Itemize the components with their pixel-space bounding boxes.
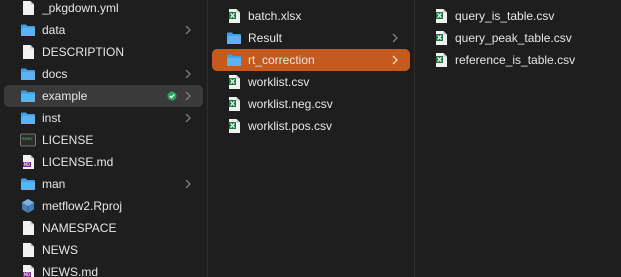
column-browser: _pkgdown.ymldata DESCRIPTION docs example in… (0, 0, 621, 277)
folder-row[interactable]: Result (212, 27, 410, 49)
chevron-right-icon (183, 69, 193, 79)
markdown-icon: MD (20, 264, 36, 277)
item-label: batch.xlsx (248, 9, 302, 23)
document-icon (20, 242, 36, 258)
file-row[interactable]: metflow2.Rproj (4, 195, 203, 217)
excel-icon (226, 118, 242, 134)
item-label: query_peak_table.csv (455, 31, 572, 45)
excel-icon (433, 8, 449, 24)
chevron-right-icon (183, 91, 193, 101)
excel-icon (226, 96, 242, 112)
excel-icon (226, 74, 242, 90)
file-row[interactable]: NAMESPACE (4, 217, 203, 239)
column-1[interactable]: _pkgdown.ymldata DESCRIPTION docs example in… (0, 0, 208, 277)
rproj-icon (20, 198, 36, 214)
folder-icon (20, 88, 36, 104)
item-label: inst (42, 111, 61, 125)
folder-icon (226, 30, 242, 46)
terminal-exec-icon: exec (20, 132, 36, 148)
item-label: Result (248, 31, 283, 45)
file-row[interactable]: MD LICENSE.md (4, 151, 203, 173)
column-2-list: batch.xlsx Result rt_correction worklist.cs… (208, 5, 414, 137)
folder-row[interactable]: example (4, 85, 203, 107)
folder-icon (226, 52, 242, 68)
item-label: example (42, 89, 88, 103)
folder-row[interactable]: docs (4, 63, 203, 85)
column-3-list: query_is_table.csv query_peak_table.csvre… (415, 5, 621, 71)
folder-icon (20, 110, 36, 126)
folder-row[interactable]: data (4, 19, 203, 41)
chevron-right-icon (183, 113, 193, 123)
folder-row[interactable]: inst (4, 107, 203, 129)
item-label: NEWS (42, 243, 78, 257)
file-row[interactable]: worklist.neg.csv (212, 93, 410, 115)
folder-icon (20, 176, 36, 192)
svg-text:MD: MD (23, 162, 30, 167)
excel-icon (433, 52, 449, 68)
file-row[interactable]: query_peak_table.csv (419, 27, 617, 49)
item-label: rt_correction (248, 53, 315, 67)
item-label: man (42, 177, 66, 191)
file-row[interactable]: _pkgdown.yml (4, 0, 203, 19)
markdown-icon: MD (20, 154, 36, 170)
item-label: query_is_table.csv (455, 9, 555, 23)
file-row[interactable]: worklist.pos.csv (212, 115, 410, 137)
column-1-list: _pkgdown.ymldata DESCRIPTION docs example in… (0, 0, 207, 277)
excel-icon (433, 30, 449, 46)
file-row[interactable]: exec LICENSE (4, 129, 203, 151)
chevron-right-icon (183, 25, 193, 35)
item-label: data (42, 23, 66, 37)
item-label: LICENSE (42, 133, 94, 147)
item-label: docs (42, 67, 68, 81)
svg-text:MD: MD (23, 272, 30, 277)
item-label: worklist.pos.csv (248, 119, 333, 133)
item-label: LICENSE.md (42, 155, 114, 169)
svg-text:exec: exec (22, 137, 33, 142)
item-label: _pkgdown.yml (42, 1, 119, 15)
item-label: worklist.csv (248, 75, 310, 89)
file-row[interactable]: MD NEWS.md (4, 261, 203, 277)
chevron-right-icon (390, 55, 400, 65)
synced-check-icon (167, 91, 177, 101)
excel-icon (226, 8, 242, 24)
file-row[interactable]: query_is_table.csv (419, 5, 617, 27)
chevron-right-icon (183, 179, 193, 189)
file-row[interactable]: batch.xlsx (212, 5, 410, 27)
file-row[interactable]: worklist.csv (212, 71, 410, 93)
item-label: DESCRIPTION (42, 45, 125, 59)
file-row[interactable]: DESCRIPTION (4, 41, 203, 63)
item-label: NAMESPACE (42, 221, 117, 235)
chevron-right-icon (390, 33, 400, 43)
document-icon (20, 0, 36, 16)
item-label: reference_is_table.csv (455, 53, 576, 67)
folder-icon (20, 66, 36, 82)
item-label: NEWS.md (42, 265, 99, 277)
folder-icon (20, 22, 36, 38)
column-2[interactable]: batch.xlsx Result rt_correction worklist.cs… (208, 0, 415, 277)
item-label: metflow2.Rproj (42, 199, 123, 213)
folder-row[interactable]: man (4, 173, 203, 195)
file-row[interactable]: NEWS (4, 239, 203, 261)
item-label: worklist.neg.csv (248, 97, 333, 111)
document-icon (20, 44, 36, 60)
document-icon (20, 220, 36, 236)
column-3[interactable]: query_is_table.csv query_peak_table.csvre… (415, 0, 621, 277)
folder-row[interactable]: rt_correction (212, 49, 410, 71)
file-row[interactable]: reference_is_table.csv (419, 49, 617, 71)
